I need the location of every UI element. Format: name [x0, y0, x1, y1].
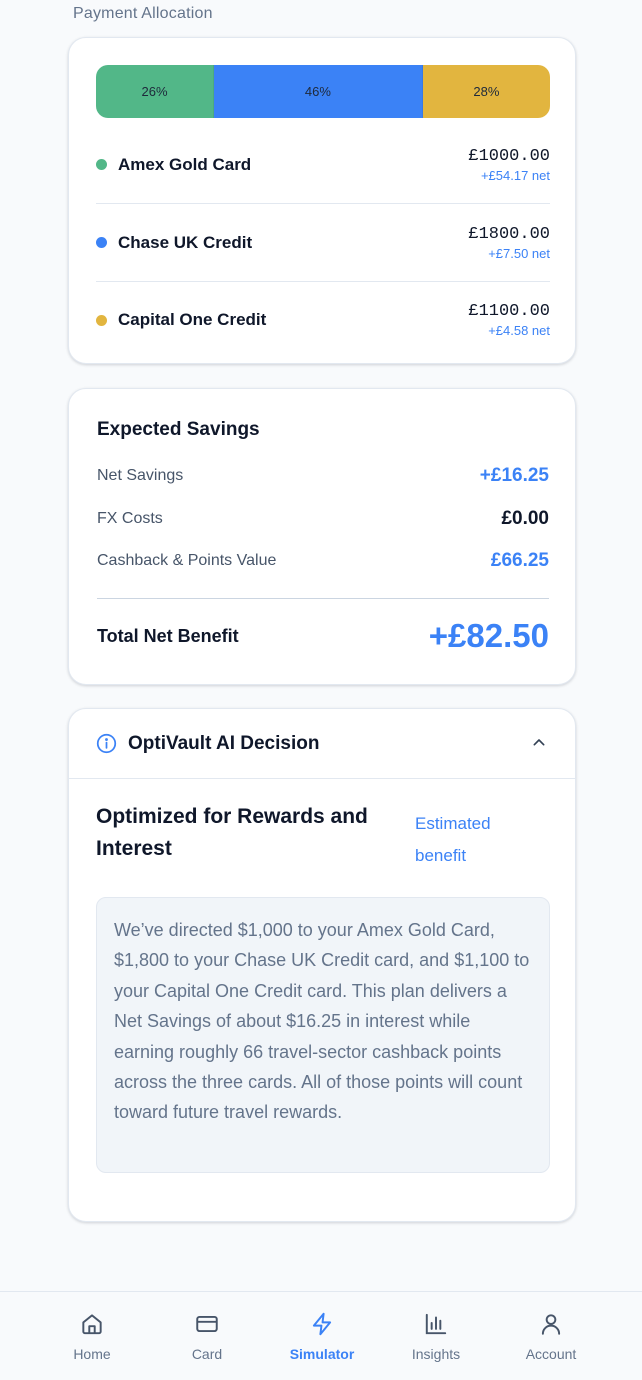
color-dot	[96, 159, 107, 170]
chevron-up-icon[interactable]	[531, 734, 547, 750]
total-benefit-label: Total Net Benefit	[97, 625, 239, 646]
net-benefit: +£54.17 net	[480, 167, 550, 183]
allocation-amount: £1000.00	[468, 146, 550, 166]
fx-costs-row: FX Costs £0.00	[97, 508, 549, 530]
ai-decision-header[interactable]: OptiVault AI Decision	[69, 709, 575, 779]
divider	[97, 598, 549, 599]
total-benefit-value: +£82.50	[428, 617, 549, 654]
lightning-icon	[312, 1312, 332, 1336]
allocation-amount: £1100.00	[468, 302, 550, 321]
ai-decision-card: OptiVault AI Decision Optimized for Rewa…	[68, 708, 576, 1222]
allocation-row-chase: Chase UK Credit £1800.00 +£7.50 net	[96, 204, 550, 282]
net-benefit: +£4.58 net	[488, 323, 550, 338]
color-dot	[96, 237, 107, 248]
bar-chart-icon	[425, 1313, 447, 1335]
net-savings-row: Net Savings +£16.25	[97, 465, 549, 487]
allocation-segment-capital-one: 28%	[422, 65, 550, 118]
nav-item-simulator[interactable]: Simulator	[272, 1292, 372, 1380]
savings-title: Expected Savings	[97, 419, 260, 440]
net-benefit: +£7.50 net	[488, 245, 550, 261]
color-dot	[96, 314, 107, 326]
payment-allocation-card: 26% 46% 28% Amex Gold Card £1000.00 +£54…	[68, 37, 576, 364]
card-name: Amex Gold Card	[118, 154, 252, 174]
allocation-amount: £1800.00	[468, 224, 550, 244]
nav-item-card[interactable]: Card	[157, 1292, 257, 1380]
user-icon	[541, 1314, 561, 1335]
allocation-segment-amex: 26%	[96, 65, 215, 118]
nav-label: Simulator	[289, 1346, 355, 1362]
section-title-payment-allocation: Payment Allocation	[73, 5, 213, 22]
allocation-bar: 26% 46% 28%	[96, 65, 550, 118]
ai-decision-explanation: We’ve directed $1,000 to your Amex Gold …	[96, 897, 550, 1173]
expected-savings-card: Expected Savings Net Savings +£16.25 FX …	[68, 388, 576, 685]
credit-card-icon	[196, 1315, 218, 1333]
net-savings-value: +£16.25	[479, 465, 549, 486]
ai-decision-subtitle: Optimized for Rewards and Interest	[96, 805, 368, 860]
allocation-row-amex: Amex Gold Card £1000.00 +£54.17 net	[96, 126, 550, 204]
nav-item-home[interactable]: Home	[42, 1292, 142, 1380]
cashback-value: £66.25	[490, 550, 549, 571]
allocation-segment-chase: 46%	[214, 65, 423, 118]
cashback-row: Cashback & Points Value £66.25	[97, 550, 549, 572]
nav-item-insights[interactable]: Insights	[386, 1292, 486, 1380]
fx-costs-label: FX Costs	[97, 510, 163, 527]
total-benefit-row: Total Net Benefit +£82.50	[97, 617, 549, 655]
nav-label: Home	[73, 1346, 111, 1362]
ai-decision-title: OptiVault AI Decision	[128, 732, 320, 754]
home-icon	[82, 1314, 102, 1335]
info-icon	[96, 733, 117, 754]
nav-label: Card	[191, 1346, 223, 1362]
bottom-navigation: Home Card Simulator Insights Account	[0, 1291, 642, 1380]
nav-label: Insights	[411, 1346, 461, 1362]
card-name: Chase UK Credit	[118, 232, 253, 252]
estimated-benefit-label: Estimated benefit	[415, 814, 491, 865]
fx-costs-value: £0.00	[501, 508, 549, 529]
net-savings-label: Net Savings	[97, 467, 184, 484]
nav-label: Account	[525, 1346, 577, 1362]
cashback-label: Cashback & Points Value	[97, 552, 277, 569]
card-name: Capital One Credit	[118, 310, 267, 329]
allocation-row-capital-one: Capital One Credit £1100.00 +£4.58 net	[96, 281, 550, 359]
nav-item-account[interactable]: Account	[501, 1292, 601, 1380]
